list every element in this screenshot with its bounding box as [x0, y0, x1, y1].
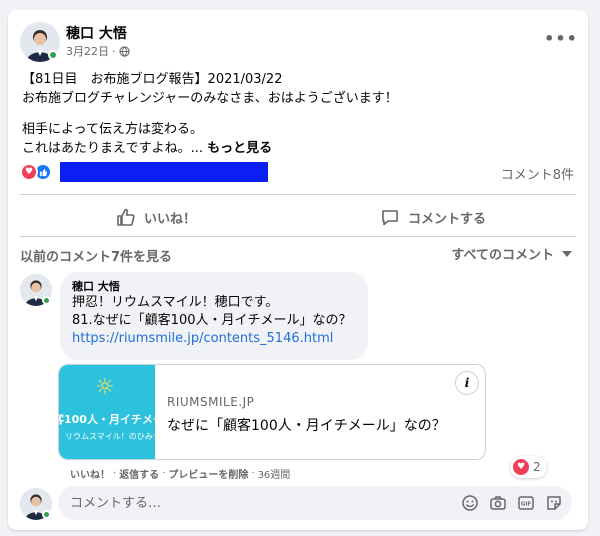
post-meta: 3月22日 · — [66, 43, 130, 59]
comment-input[interactable] — [58, 486, 438, 520]
camera-icon[interactable] — [488, 493, 508, 513]
comment-bubble: 穂口 大悟 押忍！リウムスマイル！穂口です。 81.なぜに「顧客100人・月イチ… — [60, 272, 368, 360]
more-options-button[interactable]: ••• — [544, 24, 578, 52]
sticker-icon[interactable] — [544, 493, 564, 513]
post-line: 相手によって伝え方は変わる。 — [22, 122, 203, 137]
comment-composer: GIF — [58, 486, 572, 520]
link-preview-domain: RIUMSMILE.JP — [167, 395, 255, 409]
thumbnail-title: 客100人・月イチメー — [59, 413, 155, 426]
link-preview-card[interactable]: ☼ 客100人・月イチメー リウムスマイル！のひみつ RIUMSMILE.JP … — [58, 364, 486, 460]
like-button[interactable]: いいね！ — [116, 200, 196, 234]
composer-icons: GIF — [460, 493, 564, 513]
thumbs-up-icon — [117, 208, 135, 226]
separator: · — [162, 468, 166, 479]
sun-icon: ☼ — [95, 375, 115, 400]
divider — [20, 236, 576, 237]
info-icon[interactable]: i — [455, 371, 479, 395]
link-preview-thumbnail: ☼ 客100人・月イチメー リウムスマイル！のひみつ — [59, 365, 155, 459]
separator: · — [113, 468, 117, 479]
thumbnail-subtitle: リウムスマイル！のひみつ — [65, 432, 155, 441]
redacted-reactor-names — [60, 162, 268, 182]
comment-link[interactable]: https://riumsmile.jp/contents_5146.html — [72, 330, 356, 348]
view-previous-comments-link[interactable]: 以前のコメント7件を見る — [20, 246, 172, 265]
separator: · — [251, 468, 255, 479]
emoji-icon[interactable] — [460, 493, 480, 513]
comment-line: 押忍！リウムスマイル！穂口です。 — [72, 295, 279, 310]
comment-sort-dropdown[interactable]: すべてのコメント — [451, 244, 572, 263]
post-body: 【81日目 お布施ブログ報告】2021/03/22 お布施ブログチャレンジャーの… — [22, 70, 574, 158]
like-button-label: いいね！ — [144, 211, 197, 227]
comment-icon — [382, 210, 398, 226]
reactions-summary[interactable]: ♥ — [20, 162, 268, 182]
post-date[interactable]: 3月22日 — [66, 43, 109, 59]
online-status-dot — [48, 50, 58, 60]
remove-preview-link[interactable]: プレビューを削除 — [168, 466, 248, 481]
online-status-dot — [42, 510, 51, 519]
comment-button-label: コメントする — [408, 211, 487, 227]
post-author-name[interactable]: 穂口 大悟 — [66, 23, 127, 43]
gif-icon[interactable]: GIF — [516, 493, 536, 513]
divider — [20, 194, 576, 195]
comment-actions: いいね！ · 返信する · プレビューを削除 · 36週間 — [70, 466, 290, 481]
svg-text:GIF: GIF — [521, 502, 532, 508]
love-icon: ♥ — [20, 163, 38, 181]
comment-button[interactable]: コメントする — [380, 200, 486, 234]
comment-sort-label: すべてのコメント — [451, 248, 554, 263]
comment-author-name[interactable]: 穂口 大悟 — [72, 280, 356, 294]
comment-reply-link[interactable]: 返信する — [119, 466, 159, 481]
meta-separator: · — [112, 44, 116, 58]
comment-count-link[interactable]: コメント8件 — [501, 164, 574, 183]
post-line: 【81日目 お布施ブログ報告】2021/03/22 — [22, 72, 283, 87]
comment-reaction-number: 2 — [533, 460, 541, 474]
post-line: これはあたりまえですよね。... — [22, 141, 204, 156]
comment-reaction-count[interactable]: ♥ 2 — [510, 456, 547, 478]
caret-down-icon — [562, 250, 572, 257]
post-card: 穂口 大悟 3月22日 · ••• 【81日目 お布施ブログ報告】2021/03… — [8, 10, 588, 530]
comment-age[interactable]: 36週間 — [258, 466, 291, 481]
post-line: お布施ブログチャレンジャーのみなさま、おはようございます！ — [22, 91, 398, 106]
see-more-link[interactable]: もっと見る — [207, 141, 272, 156]
online-status-dot — [42, 296, 51, 305]
comment-line: 81.なぜに「顧客100人・月イチメール」なの？ — [72, 313, 352, 328]
comment-like-link[interactable]: いいね！ — [70, 466, 110, 481]
love-icon: ♥ — [513, 459, 529, 475]
link-preview-title: なぜに「顧客100人・月イチメール」なの？ — [167, 418, 446, 434]
globe-icon — [118, 45, 130, 57]
